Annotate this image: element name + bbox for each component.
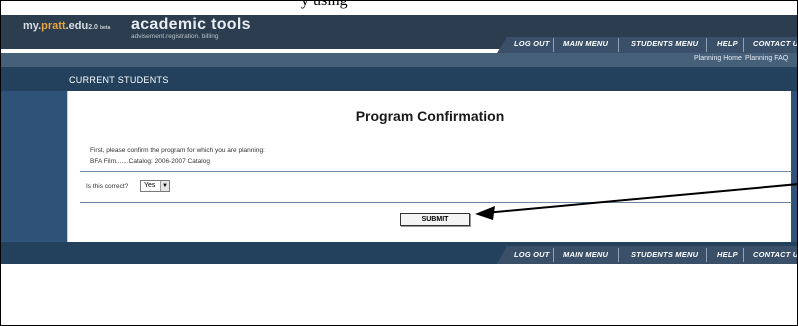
sub-nav: Planning Home Planning FAQ bbox=[1, 53, 797, 67]
footer-nav-contact-us[interactable]: CONTACT US bbox=[753, 250, 797, 259]
subnav-planning-home[interactable]: Planning Home bbox=[694, 55, 742, 62]
nav-contact-us[interactable]: CONTACT US bbox=[753, 39, 797, 48]
right-side-panel bbox=[791, 91, 797, 242]
confirm-select-value: Yes bbox=[144, 182, 156, 189]
section-bar: CURRENT STUDENTS bbox=[1, 67, 797, 91]
nav-divider bbox=[553, 248, 554, 262]
nav-students-menu[interactable]: STUDENTS MENU bbox=[631, 39, 698, 48]
screenshot-frame: y using my.pratt.edu2.0 beta academic too… bbox=[0, 0, 798, 326]
left-side-panel bbox=[1, 91, 67, 242]
confirm-select[interactable]: Yes ▼ bbox=[140, 180, 170, 192]
page-title: Program Confirmation bbox=[355, 108, 505, 124]
caption-text: y using bbox=[301, 0, 348, 9]
divider bbox=[80, 171, 792, 172]
site-logo[interactable]: my.pratt.edu2.0 beta bbox=[23, 20, 110, 32]
nav-log-out[interactable]: LOG OUT bbox=[514, 39, 550, 48]
brand-beta: beta bbox=[99, 25, 111, 31]
brand-pratt: pratt bbox=[41, 20, 66, 32]
brand-edu: .edu bbox=[65, 20, 89, 32]
caption-strip: y using bbox=[1, 0, 797, 15]
nav-divider bbox=[553, 38, 554, 52]
footer-nav-log-out[interactable]: LOG OUT bbox=[514, 250, 550, 259]
divider bbox=[80, 202, 792, 203]
nav-divider bbox=[618, 248, 619, 262]
brand-version: 2.0 bbox=[88, 24, 98, 31]
footer-nav-main-menu[interactable]: MAIN MENU bbox=[563, 250, 608, 259]
nav-divider bbox=[743, 38, 744, 52]
nav-divider bbox=[618, 38, 619, 52]
app-title: academic tools bbox=[131, 16, 251, 33]
nav-divider bbox=[706, 248, 707, 262]
chevron-down-icon[interactable]: ▼ bbox=[160, 181, 169, 191]
submit-button[interactable]: SUBMIT bbox=[400, 213, 470, 226]
footer-nav: LOG OUT MAIN MENU STUDENTS MENU HELP CON… bbox=[1, 246, 797, 264]
program-text: BFA Film.......Catalog: 2006-2007 Catalo… bbox=[90, 158, 210, 165]
nav-divider bbox=[743, 248, 744, 262]
section-title: CURRENT STUDENTS bbox=[69, 75, 169, 85]
footer-nav-help[interactable]: HELP bbox=[717, 250, 738, 259]
nav-help[interactable]: HELP bbox=[717, 39, 738, 48]
subnav-planning-faq[interactable]: Planning FAQ bbox=[745, 55, 788, 62]
instruction-text: First, please confirm the program for wh… bbox=[90, 147, 265, 154]
nav-main-menu[interactable]: MAIN MENU bbox=[563, 39, 608, 48]
top-nav: LOG OUT MAIN MENU STUDENTS MENU HELP CON… bbox=[1, 37, 797, 53]
footer-nav-students-menu[interactable]: STUDENTS MENU bbox=[631, 250, 698, 259]
confirm-label: Is this correct? bbox=[86, 183, 129, 190]
main-content: Program Confirmation First, please confi… bbox=[67, 91, 792, 242]
brand-my: my. bbox=[23, 20, 42, 32]
nav-divider bbox=[706, 38, 707, 52]
